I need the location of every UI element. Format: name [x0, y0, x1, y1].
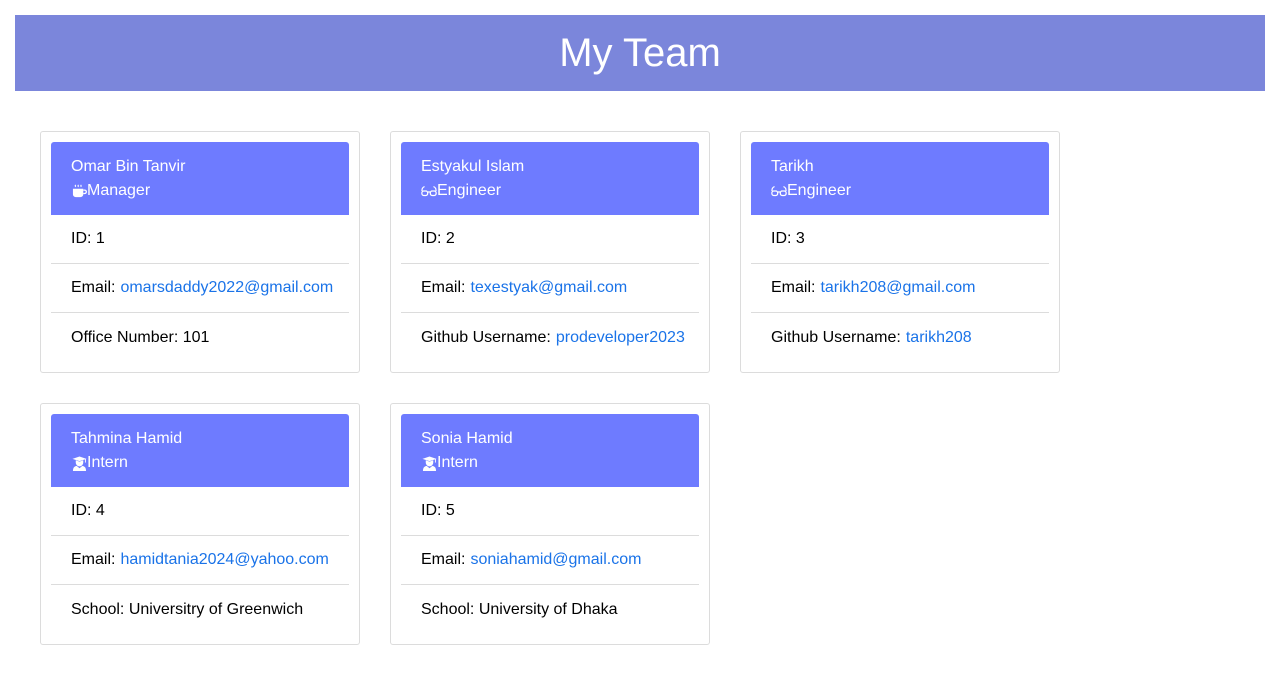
github-row: Github Username: prodeveloper2023 — [401, 313, 699, 362]
github-link[interactable]: tarikh208 — [906, 329, 972, 347]
id-value: 3 — [795, 230, 805, 247]
role-label: Intern — [437, 454, 478, 471]
school-row: School: University of Dhaka — [401, 585, 699, 634]
detail-list: ID: 5 Email: soniahamid@gmail.com School:… — [401, 487, 699, 634]
employee-card: Sonia Hamid Intern ID: 5 Email: soniahami… — [390, 403, 710, 645]
school-value: Universitry of Greenwich — [128, 600, 304, 618]
email-label: Email: — [421, 279, 466, 296]
card-header: Sonia Hamid Intern — [401, 414, 699, 487]
id-value: 5 — [445, 502, 455, 519]
id-row: ID: 2 — [401, 215, 699, 264]
github-label: Github Username: — [771, 328, 901, 346]
employee-name: Sonia Hamid — [421, 430, 513, 447]
id-label: ID: — [71, 230, 92, 247]
employee-name: Tarikh — [771, 158, 814, 175]
role-label: Manager — [87, 182, 151, 199]
detail-list: ID: 4 Email: hamidtania2024@yahoo.com Sch… — [51, 487, 349, 634]
id-label: ID: — [421, 502, 442, 519]
employee-card: Estyakul Islam Engineer ID: 2 Email: texe… — [390, 131, 710, 373]
page-header: My Team — [15, 15, 1265, 91]
employee-role: Intern — [71, 451, 349, 475]
email-label: Email: — [71, 551, 116, 568]
id-value: 1 — [95, 230, 105, 247]
employee-role: Intern — [421, 451, 699, 475]
email-row: Email: tarikh208@gmail.com — [751, 264, 1049, 313]
glasses-icon — [421, 183, 437, 199]
card-header: Estyakul Islam Engineer — [401, 142, 699, 215]
coffee-mug-icon — [71, 183, 87, 199]
id-value: 2 — [445, 230, 455, 247]
github-label: Github Username: — [421, 328, 551, 346]
office-label: Office Number: — [71, 328, 179, 346]
employee-card: Omar Bin Tanvir Manager ID: 1 Email: omar… — [40, 131, 360, 373]
employee-card: Tahmina Hamid Intern ID: 4 Email: hamidta… — [40, 403, 360, 645]
school-label: School: — [71, 600, 125, 618]
graduate-icon — [71, 455, 87, 471]
id-row: ID: 4 — [51, 487, 349, 536]
card-header: Tahmina Hamid Intern — [51, 414, 349, 487]
email-label: Email: — [421, 551, 466, 568]
email-row: Email: omarsdaddy2022@gmail.com — [51, 264, 349, 313]
id-row: ID: 5 — [401, 487, 699, 536]
school-row: School: Universitry of Greenwich — [51, 585, 349, 634]
employee-role: Manager — [71, 179, 349, 203]
employee-role: Engineer — [771, 179, 1049, 203]
glasses-icon — [771, 183, 787, 199]
school-label: School: — [421, 600, 475, 618]
detail-list: ID: 3 Email: tarikh208@gmail.com Github U… — [751, 215, 1049, 362]
page-title: My Team — [559, 31, 721, 75]
email-link[interactable]: hamidtania2024@yahoo.com — [120, 551, 328, 569]
detail-list: ID: 2 Email: texestyak@gmail.com Github U… — [401, 215, 699, 362]
card-header: Omar Bin Tanvir Manager — [51, 142, 349, 215]
github-row: Github Username: tarikh208 — [751, 313, 1049, 362]
github-link[interactable]: prodeveloper2023 — [556, 329, 685, 347]
email-label: Email: — [771, 279, 816, 296]
email-link[interactable]: texestyak@gmail.com — [470, 279, 627, 297]
employee-card: Tarikh Engineer ID: 3 Email: tarikh208@gm… — [740, 131, 1060, 373]
office-value: 101 — [182, 328, 210, 346]
email-link[interactable]: omarsdaddy2022@gmail.com — [120, 279, 333, 297]
detail-list: ID: 1 Email: omarsdaddy2022@gmail.com Off… — [51, 215, 349, 362]
office-row: Office Number: 101 — [51, 313, 349, 362]
role-label: Engineer — [787, 182, 852, 199]
email-row: Email: soniahamid@gmail.com — [401, 536, 699, 585]
employee-role: Engineer — [421, 179, 699, 203]
id-row: ID: 1 — [51, 215, 349, 264]
employee-name: Estyakul Islam — [421, 158, 525, 175]
school-value: University of Dhaka — [478, 600, 618, 618]
role-label: Engineer — [437, 182, 502, 199]
employee-name: Omar Bin Tanvir — [71, 158, 186, 175]
email-link[interactable]: tarikh208@gmail.com — [820, 279, 975, 297]
employee-name: Tahmina Hamid — [71, 430, 183, 447]
email-row: Email: texestyak@gmail.com — [401, 264, 699, 313]
id-label: ID: — [421, 230, 442, 247]
email-row: Email: hamidtania2024@yahoo.com — [51, 536, 349, 585]
graduate-icon — [421, 455, 437, 471]
id-value: 4 — [95, 502, 105, 519]
role-label: Intern — [87, 454, 128, 471]
id-label: ID: — [771, 230, 792, 247]
id-label: ID: — [71, 502, 92, 519]
email-label: Email: — [71, 279, 116, 296]
email-link[interactable]: soniahamid@gmail.com — [470, 551, 641, 569]
id-row: ID: 3 — [751, 215, 1049, 264]
card-header: Tarikh Engineer — [751, 142, 1049, 215]
